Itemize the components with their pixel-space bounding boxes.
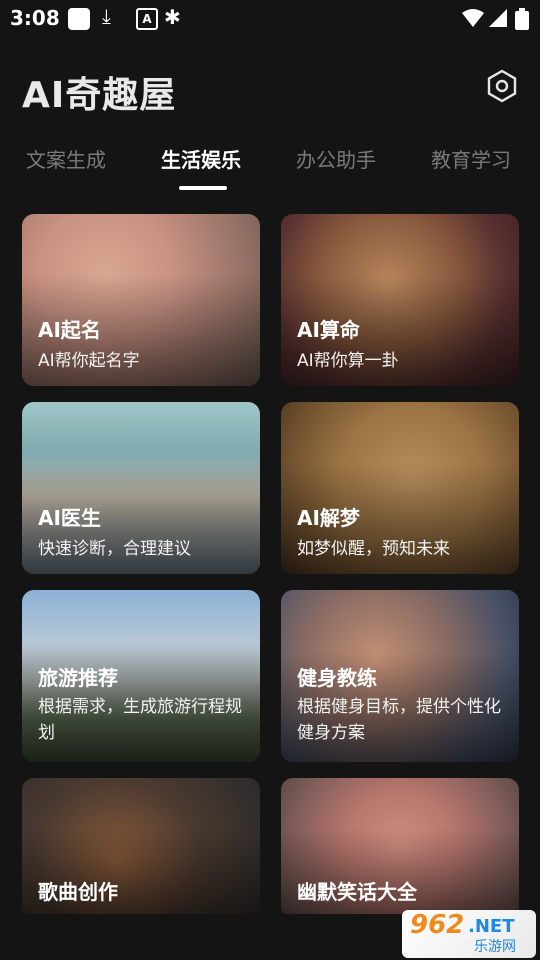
card-jokes[interactable]: 幽默笑话大全	[281, 778, 519, 914]
card-title: AI医生	[38, 506, 101, 530]
battery-icon	[515, 8, 529, 30]
app-a-icon: A	[136, 8, 158, 30]
card-title: AI解梦	[297, 506, 360, 530]
card-subtitle: 根据健身目标，提供个性化健身方案	[297, 697, 501, 743]
card-subtitle: 根据需求，生成旅游行程规划	[38, 697, 242, 743]
tab-office-assistant[interactable]: 办公助手	[296, 144, 376, 173]
card-ai-fortune[interactable]: AI算命 AI帮你算一卦	[281, 214, 519, 386]
app-header: AI奇趣屋	[0, 58, 540, 118]
card-title: 旅游推荐	[38, 666, 118, 690]
feature-grid: AI起名 AI帮你起名字 AI算命 AI帮你算一卦 AI医生 快速诊断，合理建议…	[0, 212, 540, 914]
card-song-writing[interactable]: 歌曲创作	[22, 778, 260, 914]
wifi-icon	[462, 9, 484, 27]
card-title: 歌曲创作	[38, 880, 118, 904]
card-ai-naming[interactable]: AI起名 AI帮你起名字	[22, 214, 260, 386]
card-subtitle: AI帮你算一卦	[297, 351, 399, 371]
card-fitness[interactable]: 健身教练 根据健身目标，提供个性化健身方案	[281, 590, 519, 762]
card-travel[interactable]: 旅游推荐 根据需求，生成旅游行程规划	[22, 590, 260, 762]
download-icon: ⤓	[102, 4, 111, 28]
tab-education[interactable]: 教育学习	[431, 144, 511, 173]
tab-life-entertainment[interactable]: 生活娱乐	[161, 144, 241, 173]
card-subtitle: 快速诊断，合理建议	[38, 539, 191, 559]
site-watermark: 962 .NET 乐游网	[402, 910, 536, 958]
card-title: 健身教练	[297, 666, 377, 690]
app-title: AI奇趣屋	[22, 75, 177, 116]
card-ai-dream[interactable]: AI解梦 如梦似醒，预知未来	[281, 402, 519, 574]
cellular-signal-icon	[489, 9, 507, 27]
notification-square-icon	[68, 8, 90, 30]
tab-copywriting[interactable]: 文案生成	[26, 144, 106, 173]
status-bar: 3:08 ⤓ A ✱	[0, 0, 540, 40]
card-ai-doctor[interactable]: AI医生 快速诊断，合理建议	[22, 402, 260, 574]
bug-icon: ✱	[164, 5, 181, 29]
card-subtitle: 如梦似醒，预知未来	[297, 539, 450, 559]
active-tab-indicator	[179, 186, 227, 190]
card-subtitle: AI帮你起名字	[38, 351, 140, 371]
card-title: AI算命	[297, 318, 360, 342]
card-title: AI起名	[38, 318, 101, 342]
card-title: 幽默笑话大全	[297, 880, 417, 904]
settings-icon[interactable]	[484, 68, 520, 104]
status-time: 3:08	[10, 6, 60, 30]
category-tabs: 文案生成 生活娱乐 办公助手 教育学习	[0, 140, 540, 190]
